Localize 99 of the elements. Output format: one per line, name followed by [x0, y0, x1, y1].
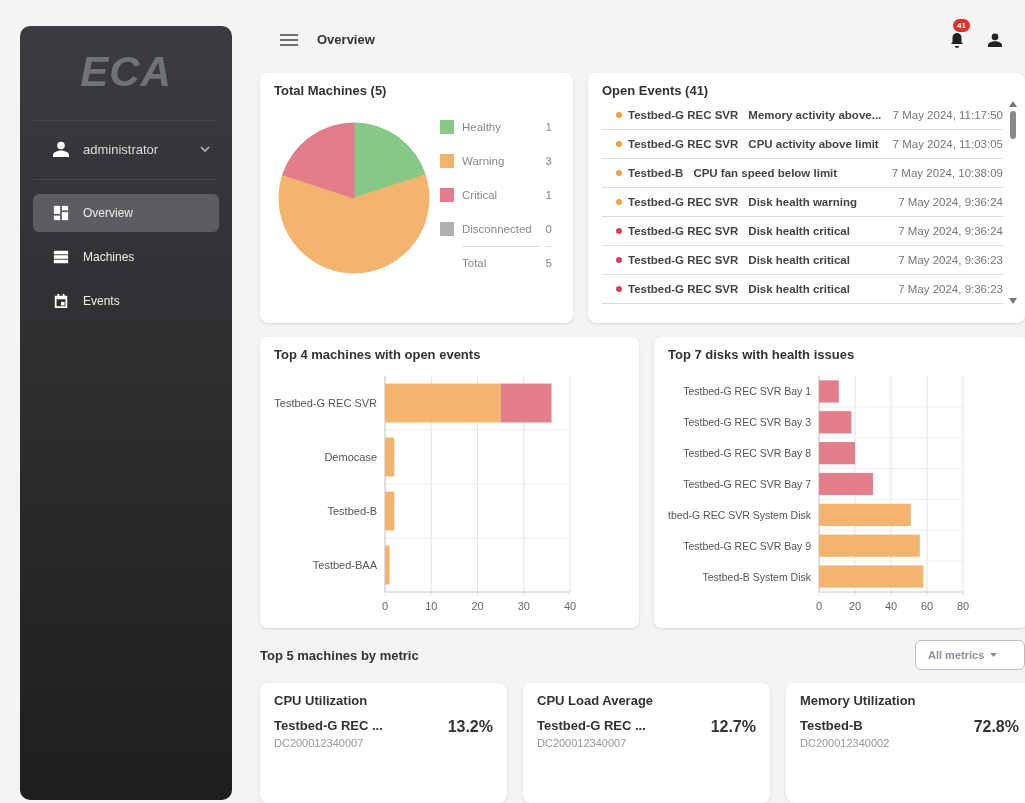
- metric-value: 13.2%: [447, 718, 493, 737]
- legend-count: 0: [545, 223, 552, 235]
- event-message: CPU activity above limit: [748, 138, 880, 150]
- axis-tick-label: 80: [956, 599, 970, 612]
- bar: [819, 379, 839, 403]
- event-time: 7 May 2024, 9:36:23: [898, 283, 1003, 295]
- axis-tick-label: 60: [920, 599, 934, 612]
- notification-badge: 41: [953, 18, 970, 32]
- machine-id: DC200012340007: [537, 737, 628, 749]
- axis-tick-label: 10: [425, 599, 438, 612]
- legend-label: Critical: [462, 189, 499, 201]
- legend-count: 1: [545, 189, 552, 201]
- category-label: tbed-G REC SVR System Disk: [668, 508, 811, 521]
- legend-label: Warning: [462, 155, 506, 167]
- event-time: 7 May 2024, 11:03:05: [892, 138, 1003, 150]
- event-time: 7 May 2024, 11:17:50: [892, 109, 1003, 121]
- event-time: 7 May 2024, 9:36:24: [898, 225, 1003, 237]
- category-label: Democase: [324, 450, 377, 463]
- total-label: Total: [462, 246, 540, 269]
- event-machine: Testbed-G REC SVR: [628, 196, 739, 208]
- axis-tick-label: 20: [471, 599, 484, 612]
- legend-label: Healthy: [462, 121, 502, 133]
- event-row[interactable]: Testbed-G REC SVR CPU activity above limit 7 May 2024, 11:03:05: [602, 130, 1003, 159]
- legend-count: 1: [545, 121, 552, 133]
- chevron-down-icon[interactable]: [200, 146, 210, 152]
- logo: ECA: [80, 48, 172, 96]
- nav-item[interactable]: Overview: [33, 194, 219, 232]
- axis-tick-label: 30: [517, 599, 530, 612]
- bar: [385, 437, 395, 476]
- scroll-down-icon[interactable]: [1009, 298, 1017, 304]
- page-title: Overview: [317, 32, 376, 47]
- scroll-up-icon[interactable]: [1009, 101, 1017, 107]
- event-row[interactable]: Testbed-G REC SVR Disk health warning 7 May 2024, 9:36:24: [602, 188, 1003, 217]
- event-message: Disk health critical: [748, 254, 851, 266]
- scrollbar-thumb[interactable]: [1010, 111, 1016, 139]
- event-row[interactable]: Testbed-G REC SVR Disk health critical 7 May 2024, 9:36:23: [602, 246, 1003, 275]
- event-row[interactable]: Testbed-G REC SVR Disk health critical 7 May 2024, 9:36:23: [602, 275, 1003, 304]
- event-message: Memory activity above...: [748, 109, 883, 121]
- bar: [819, 441, 855, 464]
- card-title: Open Events (41): [602, 83, 710, 98]
- bar: [819, 410, 852, 433]
- user-icon: [53, 141, 69, 157]
- event-machine: Testbed-G REC SVR: [628, 109, 739, 121]
- axis-tick-label: 20: [848, 599, 862, 612]
- category-label: Testbed-G REC SVR Bay 9: [683, 539, 811, 552]
- event-machine: Testbed-G REC SVR: [628, 138, 739, 150]
- event-time: 7 May 2024, 10:38:09: [891, 167, 1003, 179]
- total-count: 5: [545, 246, 552, 269]
- server-icon: [53, 249, 69, 265]
- user-name[interactable]: administrator: [83, 141, 186, 157]
- axis-tick-label: 40: [563, 599, 577, 612]
- bar: [819, 472, 873, 495]
- event-machine: Testbed-B: [628, 167, 684, 179]
- card-title: Memory Utilization: [800, 693, 917, 708]
- category-label: Testbed-B: [327, 504, 377, 517]
- machine-name: Testbed-G REC ...: [274, 718, 384, 733]
- category-label: Testbed-G REC SVR Bay 7: [683, 477, 811, 490]
- machine-name: Testbed-B: [800, 718, 864, 733]
- event-machine: Testbed-G REC SVR: [628, 254, 739, 266]
- category-label: Testbed-B System Disk: [702, 570, 811, 583]
- machine-name: Testbed-G REC ...: [537, 718, 647, 733]
- metric-value: 12.7%: [710, 718, 756, 737]
- legend-label: Disconnected: [462, 223, 533, 235]
- card-title: Top 4 machines with open events: [274, 346, 482, 362]
- category-label: Testbed-G REC SVR: [274, 396, 377, 409]
- event-row[interactable]: Testbed-G REC SVR Disk health critical 7 May 2024, 9:36:24: [602, 217, 1003, 246]
- card-title: Total Machines (5): [274, 83, 388, 98]
- nav-item[interactable]: Machines: [33, 238, 219, 276]
- bar: [385, 545, 390, 584]
- event-time: 7 May 2024, 9:36:24: [898, 196, 1003, 208]
- event-row[interactable]: Testbed-B CPU fan speed below limit 7 May 2024, 10:38:09: [602, 159, 1003, 188]
- event-message: Disk health warning: [748, 196, 858, 208]
- machine-id: DC200012340002: [800, 737, 891, 749]
- machine-id: DC200012340007: [274, 737, 365, 749]
- event-machine: Testbed-G REC SVR: [628, 225, 739, 237]
- category-label: Testbed-G REC SVR Bay 3: [683, 415, 811, 428]
- event-row[interactable]: Testbed-G REC SVR Memory activity above... 7 May 2024, 11:17:50: [602, 101, 1003, 130]
- axis-tick-label: 0: [381, 599, 389, 612]
- calendar-icon: [53, 293, 69, 309]
- event-message: Disk health critical: [748, 225, 851, 237]
- event-machine: Testbed-G REC SVR: [628, 283, 739, 295]
- category-label: Testbed-G REC SVR Bay 1: [683, 385, 811, 397]
- axis-tick-label: 40: [884, 599, 898, 612]
- event-time: 7 May 2024, 9:36:23: [898, 254, 1003, 266]
- metric-value: 72.8%: [973, 718, 1019, 737]
- axis-tick-label: 0: [815, 599, 823, 612]
- bar: [385, 491, 395, 530]
- card-title: CPU Load Average: [537, 693, 655, 708]
- card-title: CPU Utilization: [274, 693, 369, 708]
- event-message: Disk health critical: [748, 283, 851, 295]
- nav-item[interactable]: Events: [33, 282, 219, 320]
- event-message: CPU fan speed below limit: [693, 167, 839, 179]
- card-title: Top 7 disks with health issues: [668, 346, 856, 362]
- dashboard-icon: [53, 205, 69, 221]
- caret-icon: [990, 653, 998, 658]
- legend-count: 3: [545, 155, 552, 167]
- section-title: Top 5 machines by metric: [260, 647, 420, 663]
- category-label: Testbed-G REC SVR Bay 8: [683, 446, 811, 459]
- category-label: Testbed-BAA: [312, 558, 377, 571]
